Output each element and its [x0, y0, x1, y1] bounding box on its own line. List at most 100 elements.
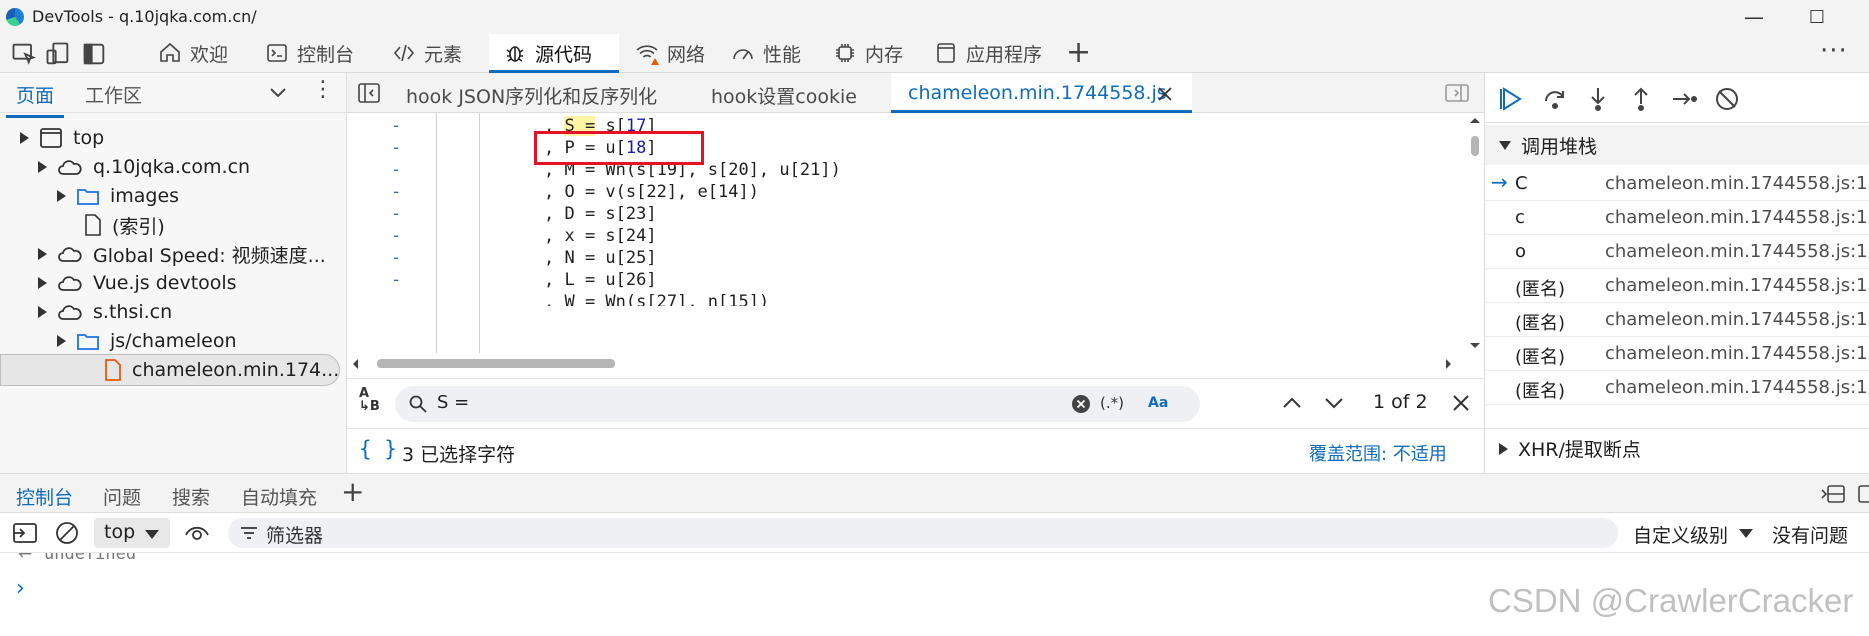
console-filter-input[interactable]: 筛选器	[228, 518, 1618, 548]
call-frame[interactable]: c chameleon.min.1744558.js:1	[1485, 201, 1869, 235]
tree-item-index[interactable]: (索引)	[84, 211, 165, 239]
regex-toggle[interactable]: (.*)	[1100, 394, 1124, 412]
horizontal-scrollbar[interactable]	[347, 355, 1484, 373]
bug-icon	[506, 46, 524, 62]
drawer-tab-autofill[interactable]: 自动填充	[241, 483, 317, 510]
toggle-navigator-icon[interactable]	[357, 82, 381, 104]
drawer-tab-issues[interactable]: 问题	[103, 483, 141, 510]
call-frame[interactable]: → C chameleon.min.1744558.js:1	[1485, 167, 1869, 201]
code-view[interactable]: - , S = s[17] - , P = u[18] - , M = Wn(s…	[347, 113, 1465, 353]
call-stack-header[interactable]: 调用堆栈	[1485, 125, 1869, 165]
frame-location[interactable]: chameleon.min.1744558.js:1	[1605, 173, 1868, 194]
tree-label: Global Speed: 视频速度...	[93, 244, 326, 267]
tab-sources[interactable]: 源代码	[489, 34, 619, 73]
tree-item-vue-devtools[interactable]: Vue.js devtools	[38, 269, 237, 297]
console-sidebar-icon[interactable]	[12, 522, 38, 544]
frame-location[interactable]: chameleon.min.1744558.js:1	[1605, 275, 1868, 296]
tab-page[interactable]: 页面	[5, 81, 65, 118]
tab-workspace[interactable]: 工作区	[85, 81, 142, 108]
selection-count: 3 已选择字符	[402, 444, 516, 466]
code-line: - , M = Wn(s[19], s[20], u[21])	[347, 160, 1465, 182]
tab-performance[interactable]: 性能	[717, 34, 815, 72]
folder-icon	[77, 189, 99, 205]
context-selector[interactable]: top	[94, 518, 170, 548]
inspect-element-icon[interactable]	[10, 40, 38, 68]
close-tab-icon[interactable]	[1156, 85, 1174, 103]
next-match-icon[interactable]	[1323, 394, 1345, 412]
drawer-tab-search[interactable]: 搜索	[172, 483, 210, 510]
tab-sources-label: 源代码	[535, 43, 593, 66]
expand-arrow-icon	[20, 132, 29, 144]
tab-welcome[interactable]: 欢迎	[144, 34, 242, 72]
resume-icon[interactable]	[1499, 86, 1525, 112]
navigator-more-icon[interactable]: ⋮	[312, 75, 334, 105]
frame-location[interactable]: chameleon.min.1744558.js:1	[1605, 309, 1868, 330]
call-frame[interactable]: (匿名) chameleon.min.1744558.js:1	[1485, 303, 1869, 337]
previous-match-icon[interactable]	[1281, 394, 1303, 412]
log-levels-dropdown[interactable]: 自定义级别	[1633, 521, 1728, 548]
editor-tab-chameleon[interactable]: chameleon.min.1744558.js	[908, 82, 1167, 104]
call-frame[interactable]: (匿名) chameleon.min.1744558.js:1	[1485, 371, 1869, 405]
xhr-breakpoints-header[interactable]: XHR/提取断点	[1485, 428, 1869, 468]
toggle-debugger-icon[interactable]	[1444, 83, 1470, 103]
tree-item-domain[interactable]: q.10jqka.com.cn	[38, 153, 250, 181]
frame-location[interactable]: chameleon.min.1744558.js:1	[1605, 343, 1868, 364]
search-input[interactable]: S = (.*) Aa	[395, 386, 1200, 422]
tree-item-thsi[interactable]: s.thsi.cn	[38, 298, 172, 326]
levels-caret-icon[interactable]	[1738, 527, 1754, 539]
frame-location[interactable]: chameleon.min.1744558.js:1	[1605, 241, 1868, 262]
coverage-link[interactable]: 覆盖范围: 不适用	[1309, 440, 1447, 466]
close-window-button[interactable]	[1850, 4, 1869, 30]
tree-item-js-chameleon[interactable]: js/chameleon	[57, 327, 237, 355]
pretty-print-icon[interactable]: { }	[359, 437, 397, 461]
more-menu-icon[interactable]: ···	[1820, 34, 1848, 68]
gauge-icon	[733, 49, 753, 60]
editor-tab-hook-cookie[interactable]: hook设置cookie	[711, 82, 857, 109]
result-value: undefined	[44, 553, 137, 563]
tree-item-images[interactable]: images	[57, 182, 179, 210]
clear-console-icon[interactable]	[55, 521, 79, 545]
add-drawer-tab-button[interactable]: +	[341, 476, 364, 508]
call-frame[interactable]: o chameleon.min.1744558.js:1	[1485, 235, 1869, 269]
console-prompt-icon[interactable]: ›	[16, 576, 25, 601]
tab-console[interactable]: 控制台	[251, 34, 368, 72]
call-frame[interactable]: (匿名) chameleon.min.1744558.js:1	[1485, 337, 1869, 371]
issues-counter[interactable]: 没有问题	[1772, 521, 1848, 548]
tree-item-chameleon-js[interactable]: chameleon.min.174...	[104, 356, 339, 384]
step-into-icon[interactable]	[1585, 86, 1611, 112]
drawer-tab-console[interactable]: 控制台	[3, 483, 86, 520]
tab-memory[interactable]: 内存	[819, 34, 917, 72]
clear-search-icon[interactable]	[1072, 395, 1090, 413]
code-line: - , O = v(s[22], e[14])	[347, 182, 1465, 204]
add-tab-button[interactable]: +	[1066, 36, 1091, 70]
tab-elements[interactable]: 元素	[378, 34, 476, 72]
editor-tab-hook-json[interactable]: hook JSON序列化和反序列化	[406, 82, 657, 109]
filter-placeholder: 筛选器	[266, 525, 324, 547]
chevron-down-icon[interactable]	[268, 85, 288, 101]
dock-drawer-icon[interactable]	[1820, 484, 1846, 504]
tree-item-top[interactable]: top	[20, 124, 104, 152]
frame-location[interactable]: chameleon.min.1744558.js:1	[1605, 377, 1868, 398]
tree-label: js/chameleon	[110, 330, 237, 352]
step-out-icon[interactable]	[1628, 86, 1654, 112]
dock-side-icon[interactable]	[80, 40, 108, 68]
match-case-toggle[interactable]: Aa	[1148, 395, 1168, 411]
frame-location[interactable]: chameleon.min.1744558.js:1	[1605, 207, 1868, 228]
tab-application[interactable]: 应用程序	[920, 34, 1056, 72]
replace-toggle-icon[interactable]: A ↳B	[359, 387, 380, 413]
deactivate-breakpoints-icon[interactable]	[1714, 86, 1740, 112]
close-search-icon[interactable]	[1451, 393, 1471, 413]
console-output[interactable]: ← undefined › CSDN @CrawlerCracker	[0, 553, 1869, 636]
call-frame[interactable]: (匿名) chameleon.min.1744558.js:1	[1485, 269, 1869, 303]
tab-network[interactable]: 网络	[621, 34, 719, 72]
vertical-scrollbar[interactable]	[1466, 113, 1484, 355]
maximize-button[interactable]: ☐	[1797, 4, 1837, 30]
minimize-button[interactable]: —	[1734, 4, 1774, 30]
live-expression-eye-icon[interactable]	[184, 523, 210, 543]
tree-item-global-speed[interactable]: Global Speed: 视频速度...	[38, 240, 326, 268]
dropdown-caret-icon	[145, 530, 159, 539]
device-emulation-icon[interactable]	[44, 40, 72, 68]
step-over-icon[interactable]	[1542, 86, 1568, 112]
step-icon[interactable]	[1671, 86, 1697, 112]
close-drawer-icon[interactable]	[1857, 484, 1869, 504]
